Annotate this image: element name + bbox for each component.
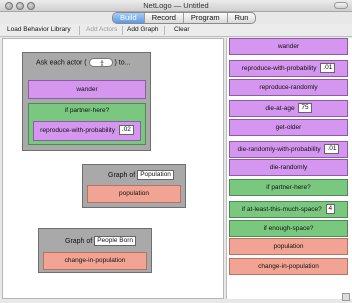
wander-block[interactable]: wander <box>28 80 146 99</box>
reproduce-with-probability-block[interactable]: reproduce-with-probability .02 <box>33 121 141 141</box>
tab-build[interactable]: Build <box>113 13 145 23</box>
population-reporter-block[interactable]: population <box>87 185 181 203</box>
toolbar-divider <box>164 26 165 35</box>
graph-population-header: Graph of Population <box>108 170 174 181</box>
library-value-input[interactable]: 4 <box>325 204 336 215</box>
toolbar: Load Behavior Library Add Actors Add Gra… <box>0 24 352 37</box>
library-item-label: wander <box>277 43 300 50</box>
library-item-label: if enough-space? <box>263 225 314 232</box>
graph-name-input[interactable]: Population <box>137 170 174 180</box>
library-item-label: die-at-age <box>265 105 295 112</box>
library-item-label: if partner-here? <box>266 184 311 191</box>
library-item-label: change-in-population <box>258 263 319 270</box>
graph-of-label: Graph of <box>65 237 93 245</box>
library-wander[interactable]: wander <box>229 38 348 55</box>
library-item-label: reproduce-randomly <box>259 84 318 91</box>
toolbar-divider <box>79 26 80 35</box>
library-if-enough-space[interactable]: if enough-space? <box>229 220 348 237</box>
actor-picker[interactable] <box>88 58 113 67</box>
library-item-label: population <box>273 243 304 250</box>
library-die-at-age[interactable]: die-at-age 75 <box>229 100 348 117</box>
tab-program[interactable]: Program <box>184 13 228 23</box>
load-behavior-library-button[interactable]: Load Behavior Library <box>6 25 72 35</box>
window-title: NetLogo — Untitled <box>143 1 209 10</box>
change-in-population-reporter-block[interactable]: change-in-population <box>43 252 147 270</box>
library-item-label: if at-least-this-much-space? <box>241 206 322 213</box>
clear-button[interactable]: Clear <box>173 25 191 35</box>
library-item-label: die-randomly-with-probability <box>237 146 321 153</box>
library-if-at-least-this-much-space[interactable]: if at-least-this-much-space? 4 <box>229 201 348 218</box>
add-actors-button[interactable]: Add Actors <box>85 25 118 35</box>
library-reproduce-randomly[interactable]: reproduce-randomly <box>229 79 348 96</box>
reproduce-label: reproduce-with-probability <box>40 127 115 134</box>
ask-suffix: ) to... <box>114 59 131 67</box>
library-value-input[interactable]: .01 <box>324 144 340 155</box>
graph-people-born-header: Graph of People Born <box>65 236 136 247</box>
tab-run[interactable]: Run <box>228 13 256 23</box>
add-graph-button[interactable]: Add Graph <box>126 25 159 35</box>
library-if-partner-here[interactable]: if partner-here? <box>229 179 348 196</box>
library-reproduce-with-probability[interactable]: reproduce-with-probability .01 <box>229 60 348 77</box>
resize-grip[interactable] <box>342 293 350 301</box>
library-item-label: get-older <box>275 124 302 131</box>
library-item-label: reproduce-with-probability <box>241 65 317 72</box>
ask-block-header: Ask each actor ( ) to... <box>36 58 146 68</box>
library-get-older[interactable]: get-older <box>229 119 348 136</box>
tab-record[interactable]: Record <box>145 13 184 23</box>
ask-prefix: Ask each actor ( <box>36 59 87 67</box>
segmented-tabs: Build Record Program Run <box>112 12 257 24</box>
probability-input[interactable]: .02 <box>118 125 134 136</box>
library-item-label: die-randomly <box>269 164 308 171</box>
toolbar-toggle-button[interactable] <box>334 2 348 9</box>
library-die-randomly[interactable]: die-randomly <box>229 159 348 176</box>
library-population[interactable]: population <box>229 238 348 255</box>
toolbar-divider <box>122 26 123 35</box>
library-change-in-population[interactable]: change-in-population <box>229 258 348 275</box>
library-die-randomly-with-probability[interactable]: die-randomly-with-probability .01 <box>229 141 348 158</box>
graph-of-label: Graph of <box>108 171 136 179</box>
if-partner-here-label: if partner-here? <box>64 107 110 114</box>
stick-figure-icon <box>100 60 104 66</box>
title-bar: NetLogo — Untitled <box>0 0 352 12</box>
tab-bar: Build Record Program Run <box>0 12 352 24</box>
graph-name-input[interactable]: People Born <box>94 236 136 246</box>
library-value-input[interactable]: .01 <box>320 63 336 74</box>
library-value-input[interactable]: 75 <box>298 103 312 114</box>
